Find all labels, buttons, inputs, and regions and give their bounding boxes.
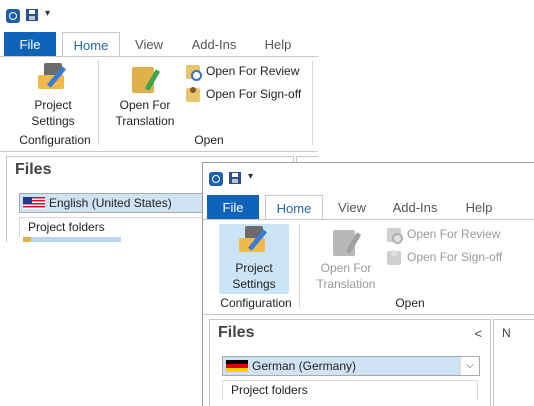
project-settings-icon xyxy=(38,63,68,93)
open-for-translation-icon xyxy=(130,63,161,93)
project-folders-label: Project folders xyxy=(28,220,105,234)
open-for-review-button[interactable]: Open For Review xyxy=(387,224,500,244)
customize-toolbar-icon[interactable]: ▾ xyxy=(45,8,50,19)
tab-home[interactable]: Home xyxy=(62,32,120,57)
open-for-signoff-label: Open For Sign-off xyxy=(206,87,302,101)
tab-help[interactable]: Help xyxy=(256,32,300,57)
signoff-icon xyxy=(186,86,200,102)
review-icon xyxy=(186,64,202,81)
ribbon: Project Settings Open For Translation Op… xyxy=(0,56,318,152)
group-separator xyxy=(98,61,99,145)
group-open-label: Open xyxy=(395,296,425,310)
open-for-translation-label: Open For Translation xyxy=(316,261,376,291)
project-settings-button[interactable]: Project Settings xyxy=(219,224,289,294)
open-for-review-button[interactable]: Open For Review xyxy=(186,61,299,81)
language-selector[interactable]: German (Germany) ⌵ xyxy=(222,356,480,376)
project-settings-label: Project Settings xyxy=(31,98,75,128)
group-separator xyxy=(299,224,300,308)
de-flag-icon xyxy=(226,360,248,372)
group-open-label: Open xyxy=(194,133,224,147)
project-folders-group: Project folders xyxy=(222,380,478,400)
chevron-down-icon[interactable]: ⌵ xyxy=(460,357,479,375)
project-settings-label: Project Settings xyxy=(232,261,276,291)
tab-file[interactable]: File xyxy=(4,32,56,57)
tab-home[interactable]: Home xyxy=(265,195,323,220)
language-selector-value: German (Germany) xyxy=(252,359,357,373)
tab-view[interactable]: View xyxy=(126,32,172,57)
folder-icon xyxy=(23,237,31,242)
ribbon-tabs: File Home View Add-Ins Help xyxy=(203,195,534,220)
files-title: Files xyxy=(15,161,52,178)
open-for-review-label: Open For Review xyxy=(206,64,300,78)
collapse-pane-button[interactable]: < xyxy=(474,326,482,341)
review-icon xyxy=(387,227,403,244)
app-icon[interactable] xyxy=(6,9,20,23)
open-for-signoff-button[interactable]: Open For Sign-off xyxy=(387,247,502,267)
language-selector-value: English (United States) xyxy=(49,196,172,210)
group-configuration-label: Configuration xyxy=(19,133,91,147)
project-folders-group: Project folders xyxy=(19,217,219,237)
tab-view[interactable]: View xyxy=(329,195,375,220)
save-icon[interactable] xyxy=(26,9,38,21)
us-flag-icon xyxy=(23,197,45,209)
front-window: ▾ File Home View Add-Ins Help Project Se… xyxy=(202,162,534,406)
project-folders-label: Project folders xyxy=(231,383,308,397)
tab-file[interactable]: File xyxy=(207,195,259,220)
project-settings-button[interactable]: Project Settings xyxy=(18,61,88,129)
open-for-translation-button[interactable]: Open For Translation xyxy=(110,61,180,129)
side-pane: N xyxy=(493,319,534,406)
tab-help[interactable]: Help xyxy=(457,195,501,220)
save-icon[interactable] xyxy=(229,172,241,184)
ribbon: Project Settings Open For Translation Op… xyxy=(203,219,534,315)
open-for-review-label: Open For Review xyxy=(407,227,501,241)
tab-add-ins[interactable]: Add-Ins xyxy=(182,32,246,57)
quick-access-toolbar: ▾ xyxy=(0,0,318,32)
signoff-icon xyxy=(387,249,401,265)
tree-item[interactable] xyxy=(31,237,121,242)
side-pane-label: N xyxy=(502,326,511,340)
group-configuration-label: Configuration xyxy=(220,296,292,310)
open-for-translation-label: Open For Translation xyxy=(115,98,175,128)
open-for-translation-icon xyxy=(331,226,362,256)
files-pane: Files < German (Germany) ⌵ Project folde… xyxy=(209,319,491,406)
project-settings-icon xyxy=(239,226,269,256)
open-for-translation-button[interactable]: Open For Translation xyxy=(311,224,381,292)
open-for-signoff-button[interactable]: Open For Sign-off xyxy=(186,84,301,104)
ribbon-tabs: File Home View Add-Ins Help xyxy=(0,32,318,57)
customize-toolbar-icon[interactable]: ▾ xyxy=(248,171,253,182)
open-for-signoff-label: Open For Sign-off xyxy=(407,250,503,264)
quick-access-toolbar: ▾ xyxy=(203,163,534,195)
tab-add-ins[interactable]: Add-Ins xyxy=(383,195,447,220)
group-separator xyxy=(312,61,313,145)
app-icon[interactable] xyxy=(209,172,223,186)
files-title: Files xyxy=(218,324,255,341)
